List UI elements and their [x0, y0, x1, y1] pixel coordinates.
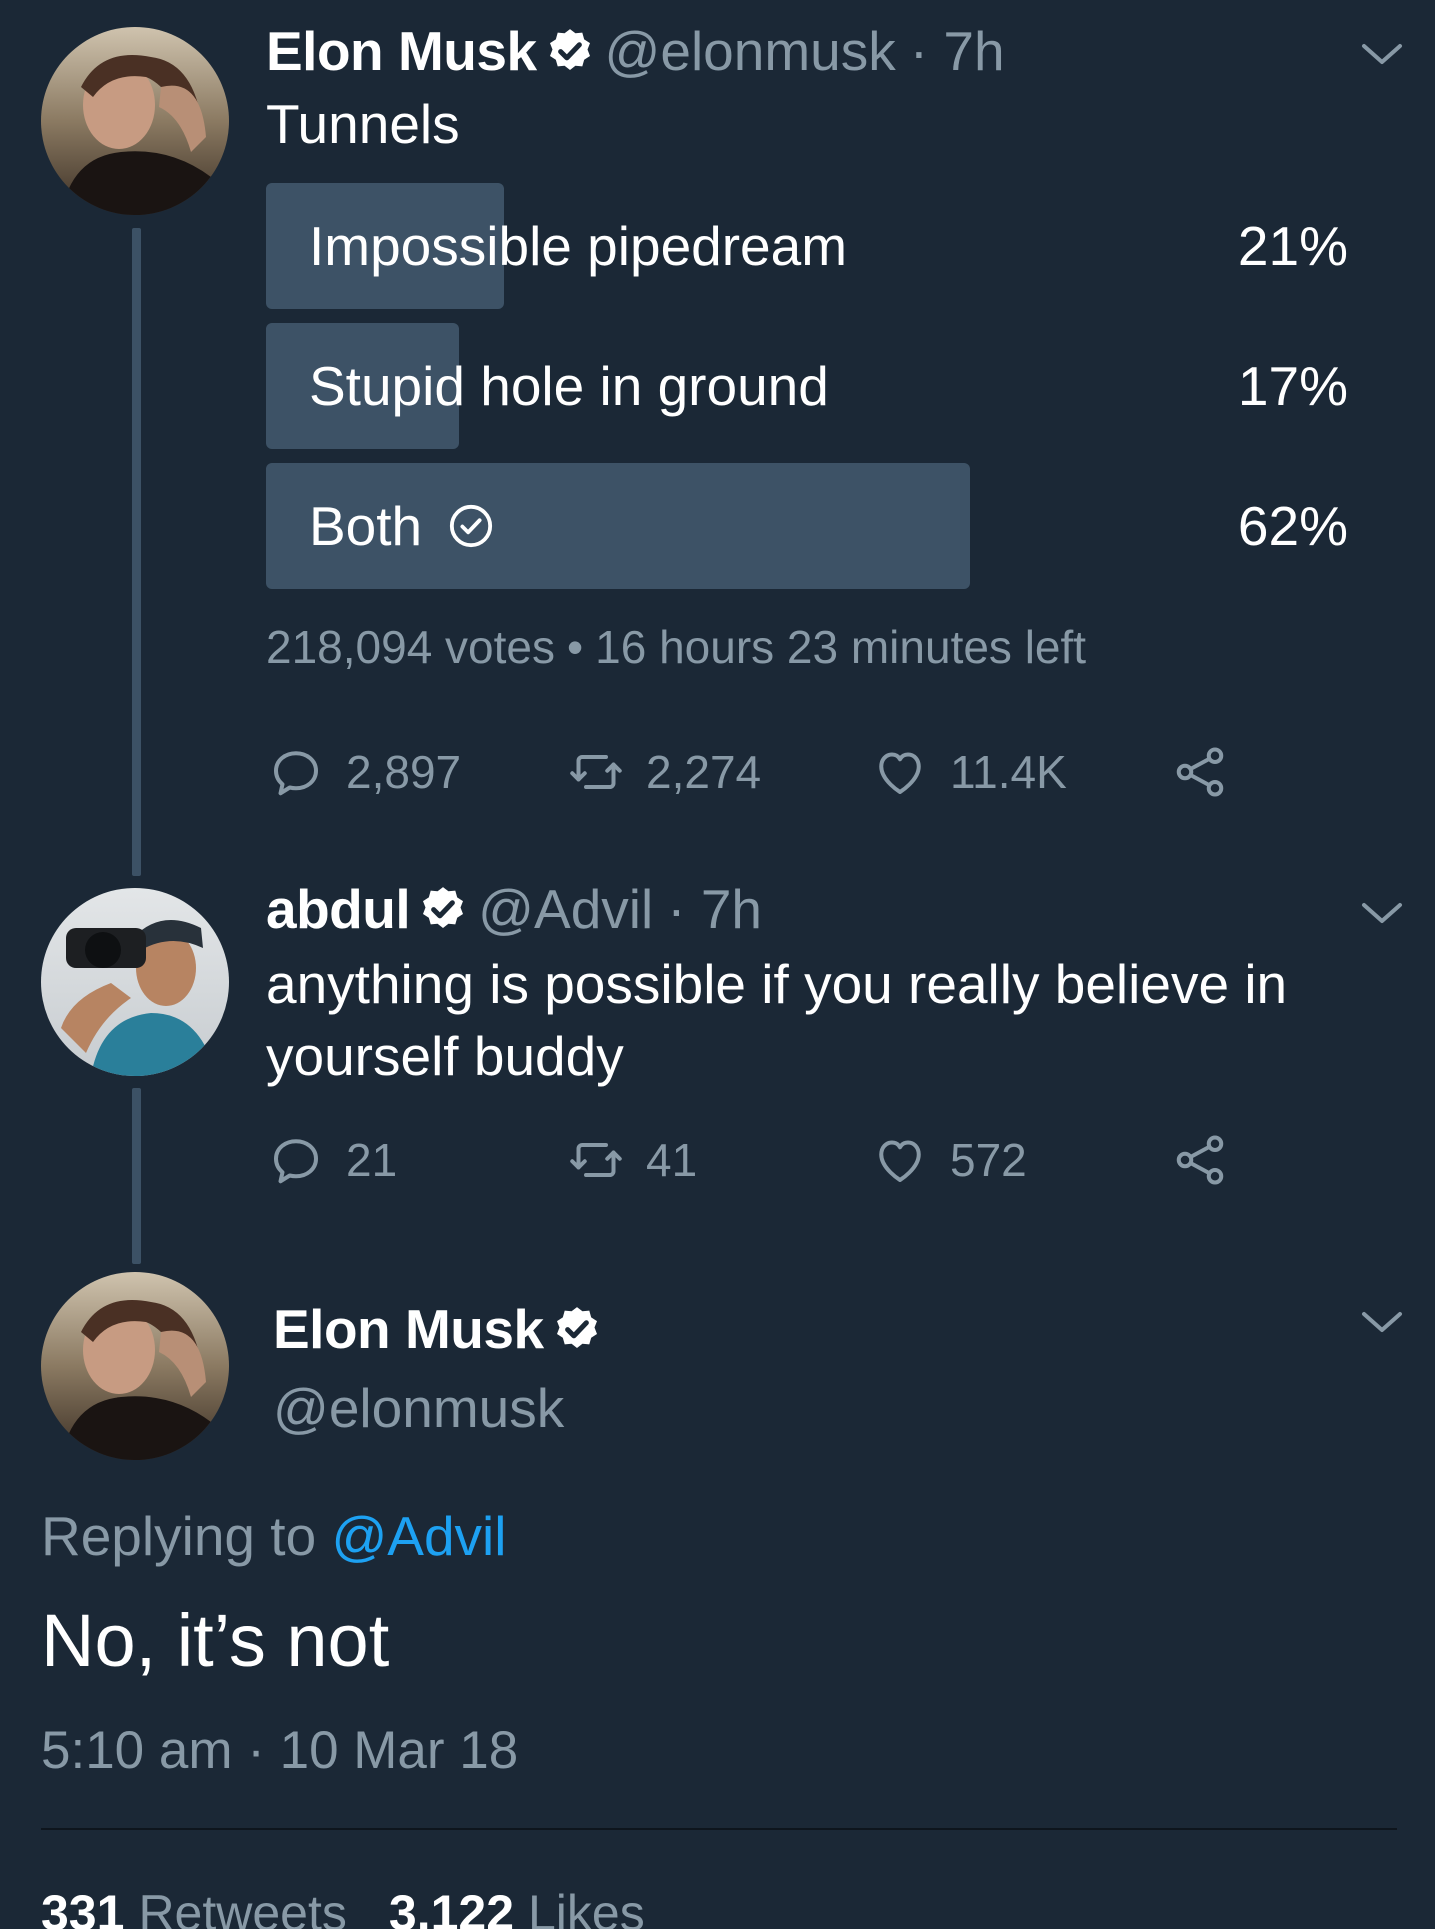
tweet-time: · 7h — [667, 878, 762, 940]
like-button[interactable]: 11.4K — [870, 737, 1067, 807]
replying-to-link[interactable]: @Advil — [331, 1505, 506, 1567]
chevron-down-icon[interactable] — [1360, 40, 1404, 68]
verified-icon — [423, 887, 464, 928]
divider — [41, 1828, 1397, 1830]
tweet-stats: 331 Retweets 3,122 Likes — [41, 1878, 645, 1929]
poll-option: Stupid hole in ground 17% — [266, 323, 1366, 449]
retweet-count: 2,274 — [646, 746, 762, 798]
poll-option-label: Impossible pipedream — [309, 215, 848, 277]
poll-option: Both 62% — [266, 463, 1366, 589]
poll-option: Impossible pipedream 21% — [266, 183, 1366, 309]
author-handle[interactable]: @elonmusk — [273, 1376, 564, 1440]
focused-tweet-text: No, it’s not — [41, 1599, 390, 1682]
thread-line — [132, 1088, 141, 1264]
reply-count: 2,897 — [346, 746, 462, 798]
author-name[interactable]: Elon Musk — [273, 1297, 544, 1361]
chevron-down-icon[interactable] — [1360, 899, 1404, 927]
author-name[interactable]: abdul — [266, 877, 411, 941]
share-icon — [1176, 747, 1224, 797]
retweet-button[interactable]: 41 — [566, 1125, 697, 1195]
retweet-total-label[interactable]: Retweets — [138, 1884, 346, 1929]
avatar-elon-musk[interactable] — [41, 27, 229, 215]
like-count: 572 — [950, 1134, 1027, 1186]
poll-separator: • — [567, 621, 584, 673]
tweet-timestamp: 5:10 am · 10 Mar 18 — [41, 1721, 519, 1780]
tweet-header: Elon Musk @elonmusk · 7h — [266, 20, 1005, 82]
retweet-icon — [570, 755, 622, 789]
author-name[interactable]: Elon Musk — [266, 19, 537, 83]
verified-icon — [556, 1307, 597, 1348]
heart-icon — [879, 1140, 921, 1182]
like-total-label[interactable]: Likes — [528, 1884, 645, 1929]
author-handle[interactable]: @Advil — [478, 877, 653, 941]
poll-option-percent: 17% — [1237, 355, 1348, 417]
check-circle-icon — [450, 504, 493, 548]
avatar-elon-musk[interactable] — [41, 1272, 229, 1460]
reply-button[interactable]: 21 — [266, 1125, 397, 1195]
poll-option-label: Both — [309, 463, 494, 589]
verified-icon — [549, 29, 590, 70]
thread-line — [132, 228, 141, 876]
tweet-text: Tunnels — [266, 93, 460, 155]
retweet-total[interactable]: 331 — [41, 1884, 124, 1929]
like-total[interactable]: 3,122 — [389, 1884, 514, 1929]
reply-icon — [274, 1139, 318, 1184]
replying-to: Replying to @Advil — [41, 1504, 507, 1568]
reply-count: 21 — [346, 1134, 398, 1186]
author-handle[interactable]: @elonmusk — [605, 19, 896, 83]
poll-option-percent: 21% — [1237, 215, 1348, 277]
like-button[interactable]: 572 — [870, 1125, 1027, 1195]
poll-time-left: 16 hours 23 minutes left — [595, 621, 1087, 673]
reply-icon — [274, 751, 318, 796]
reply-button[interactable]: 2,897 — [266, 737, 461, 807]
like-count: 11.4K — [950, 746, 1067, 798]
tweet-text: anything is possible if you really belie… — [266, 953, 1288, 1087]
poll-meta: 218,094 votes • 16 hours 23 minutes left — [266, 618, 1086, 676]
retweet-count: 41 — [646, 1134, 698, 1186]
tweet-header: Elon Musk — [273, 1298, 612, 1360]
chevron-down-icon[interactable] — [1360, 1308, 1404, 1336]
poll-option-percent: 62% — [1237, 495, 1348, 557]
poll-votes: 218,094 votes — [266, 621, 556, 673]
heart-icon — [879, 752, 921, 794]
replying-to-prefix: Replying to — [41, 1505, 332, 1567]
tweet-time: · 7h — [909, 20, 1005, 82]
share-button[interactable] — [1170, 1125, 1250, 1195]
tweet-header: abdul @Advil · 7h — [266, 878, 762, 940]
retweet-icon — [570, 1143, 622, 1177]
avatar-abdul[interactable] — [41, 888, 229, 1076]
retweet-button[interactable]: 2,274 — [566, 737, 761, 807]
poll-option-label: Stupid hole in ground — [309, 355, 829, 417]
share-icon — [1176, 1135, 1224, 1185]
share-button[interactable] — [1170, 737, 1250, 807]
